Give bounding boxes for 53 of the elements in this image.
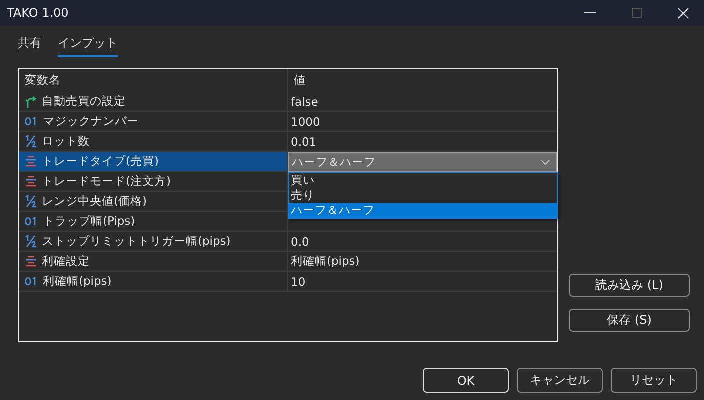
parameter-value[interactable]: 0.0 (291, 234, 310, 248)
parameter-name: レンジ中央値(価格) (42, 194, 147, 209)
dropdown-option[interactable]: 買い (289, 173, 557, 188)
parameter-value[interactable]: 利確幅(pips) (291, 254, 360, 269)
fraction-icon (25, 135, 37, 148)
action-button[interactable]: 保存 (S) (569, 309, 690, 332)
parameter-name-cell[interactable]: トラップ幅(Pips) (19, 212, 288, 231)
window-title: TAKO 1.00 (7, 6, 69, 20)
parameter-name-cell[interactable]: トレードモード(注文方) (19, 172, 288, 191)
parameter-name: 利確設定 (42, 254, 90, 269)
parameter-name-cell[interactable]: ストップリミットトリガー幅(pips) (19, 232, 288, 251)
tab[interactable]: インプット (58, 35, 118, 57)
parameter-name: ストップリミットトリガー幅(pips) (42, 234, 231, 249)
list-icon (25, 176, 37, 187)
parameter-name-cell[interactable]: 自動売買の設定 (19, 92, 288, 111)
parameter-value[interactable]: 1000 (291, 114, 320, 128)
dialog-button[interactable]: キャンセル (517, 368, 603, 393)
branch-arrow-icon (25, 96, 37, 108)
column-header: 変数名 (19, 69, 288, 92)
parameter-name: トレードモード(注文方) (42, 174, 171, 189)
minimize-icon[interactable] (584, 12, 596, 14)
parameter-value[interactable]: false (291, 94, 318, 108)
parameter-value[interactable]: 10 (291, 274, 306, 288)
parameter-name: ロット数 (42, 134, 90, 149)
dropdown-option[interactable]: ハーフ＆ハーフ (289, 203, 557, 218)
parameter-name-cell[interactable]: トレードタイプ(売買) (19, 152, 288, 171)
chevron-down-icon (541, 160, 550, 164)
close-icon[interactable] (678, 8, 689, 18)
list-icon (25, 256, 37, 267)
action-button[interactable]: 読み込み (L) (569, 274, 690, 297)
value-dropdown[interactable]: ハーフ＆ハーフ (288, 152, 557, 172)
parameter-name: トレードタイプ(売買) (42, 154, 159, 169)
fraction-icon (25, 195, 37, 208)
tab[interactable]: 共有 (18, 35, 42, 57)
column-header: 値 (293, 72, 307, 89)
parameter-name-cell[interactable]: マジックナンバー (19, 112, 288, 131)
parameter-name-cell[interactable]: 利確幅(pips) (19, 272, 288, 291)
parameter-name: 利確幅(pips) (43, 274, 112, 289)
dropdown-option[interactable]: 売り (289, 188, 557, 203)
integer-icon (25, 117, 38, 126)
parameter-name-cell[interactable]: 利確設定 (19, 252, 288, 271)
parameter-name: マジックナンバー (43, 114, 139, 129)
list-icon (25, 156, 37, 167)
parameter-name: 自動売買の設定 (42, 94, 126, 109)
integer-icon (25, 277, 38, 286)
fraction-icon (25, 235, 37, 248)
parameter-name-cell[interactable]: ロット数 (19, 132, 288, 151)
integer-icon (25, 217, 38, 226)
parameter-name-cell[interactable]: レンジ中央値(価格) (19, 192, 288, 211)
dialog-button[interactable]: OK (423, 368, 509, 393)
dialog-button[interactable]: リセット (611, 368, 697, 393)
parameter-name: トラップ幅(Pips) (43, 214, 136, 229)
parameter-value[interactable]: 0.01 (291, 134, 317, 148)
